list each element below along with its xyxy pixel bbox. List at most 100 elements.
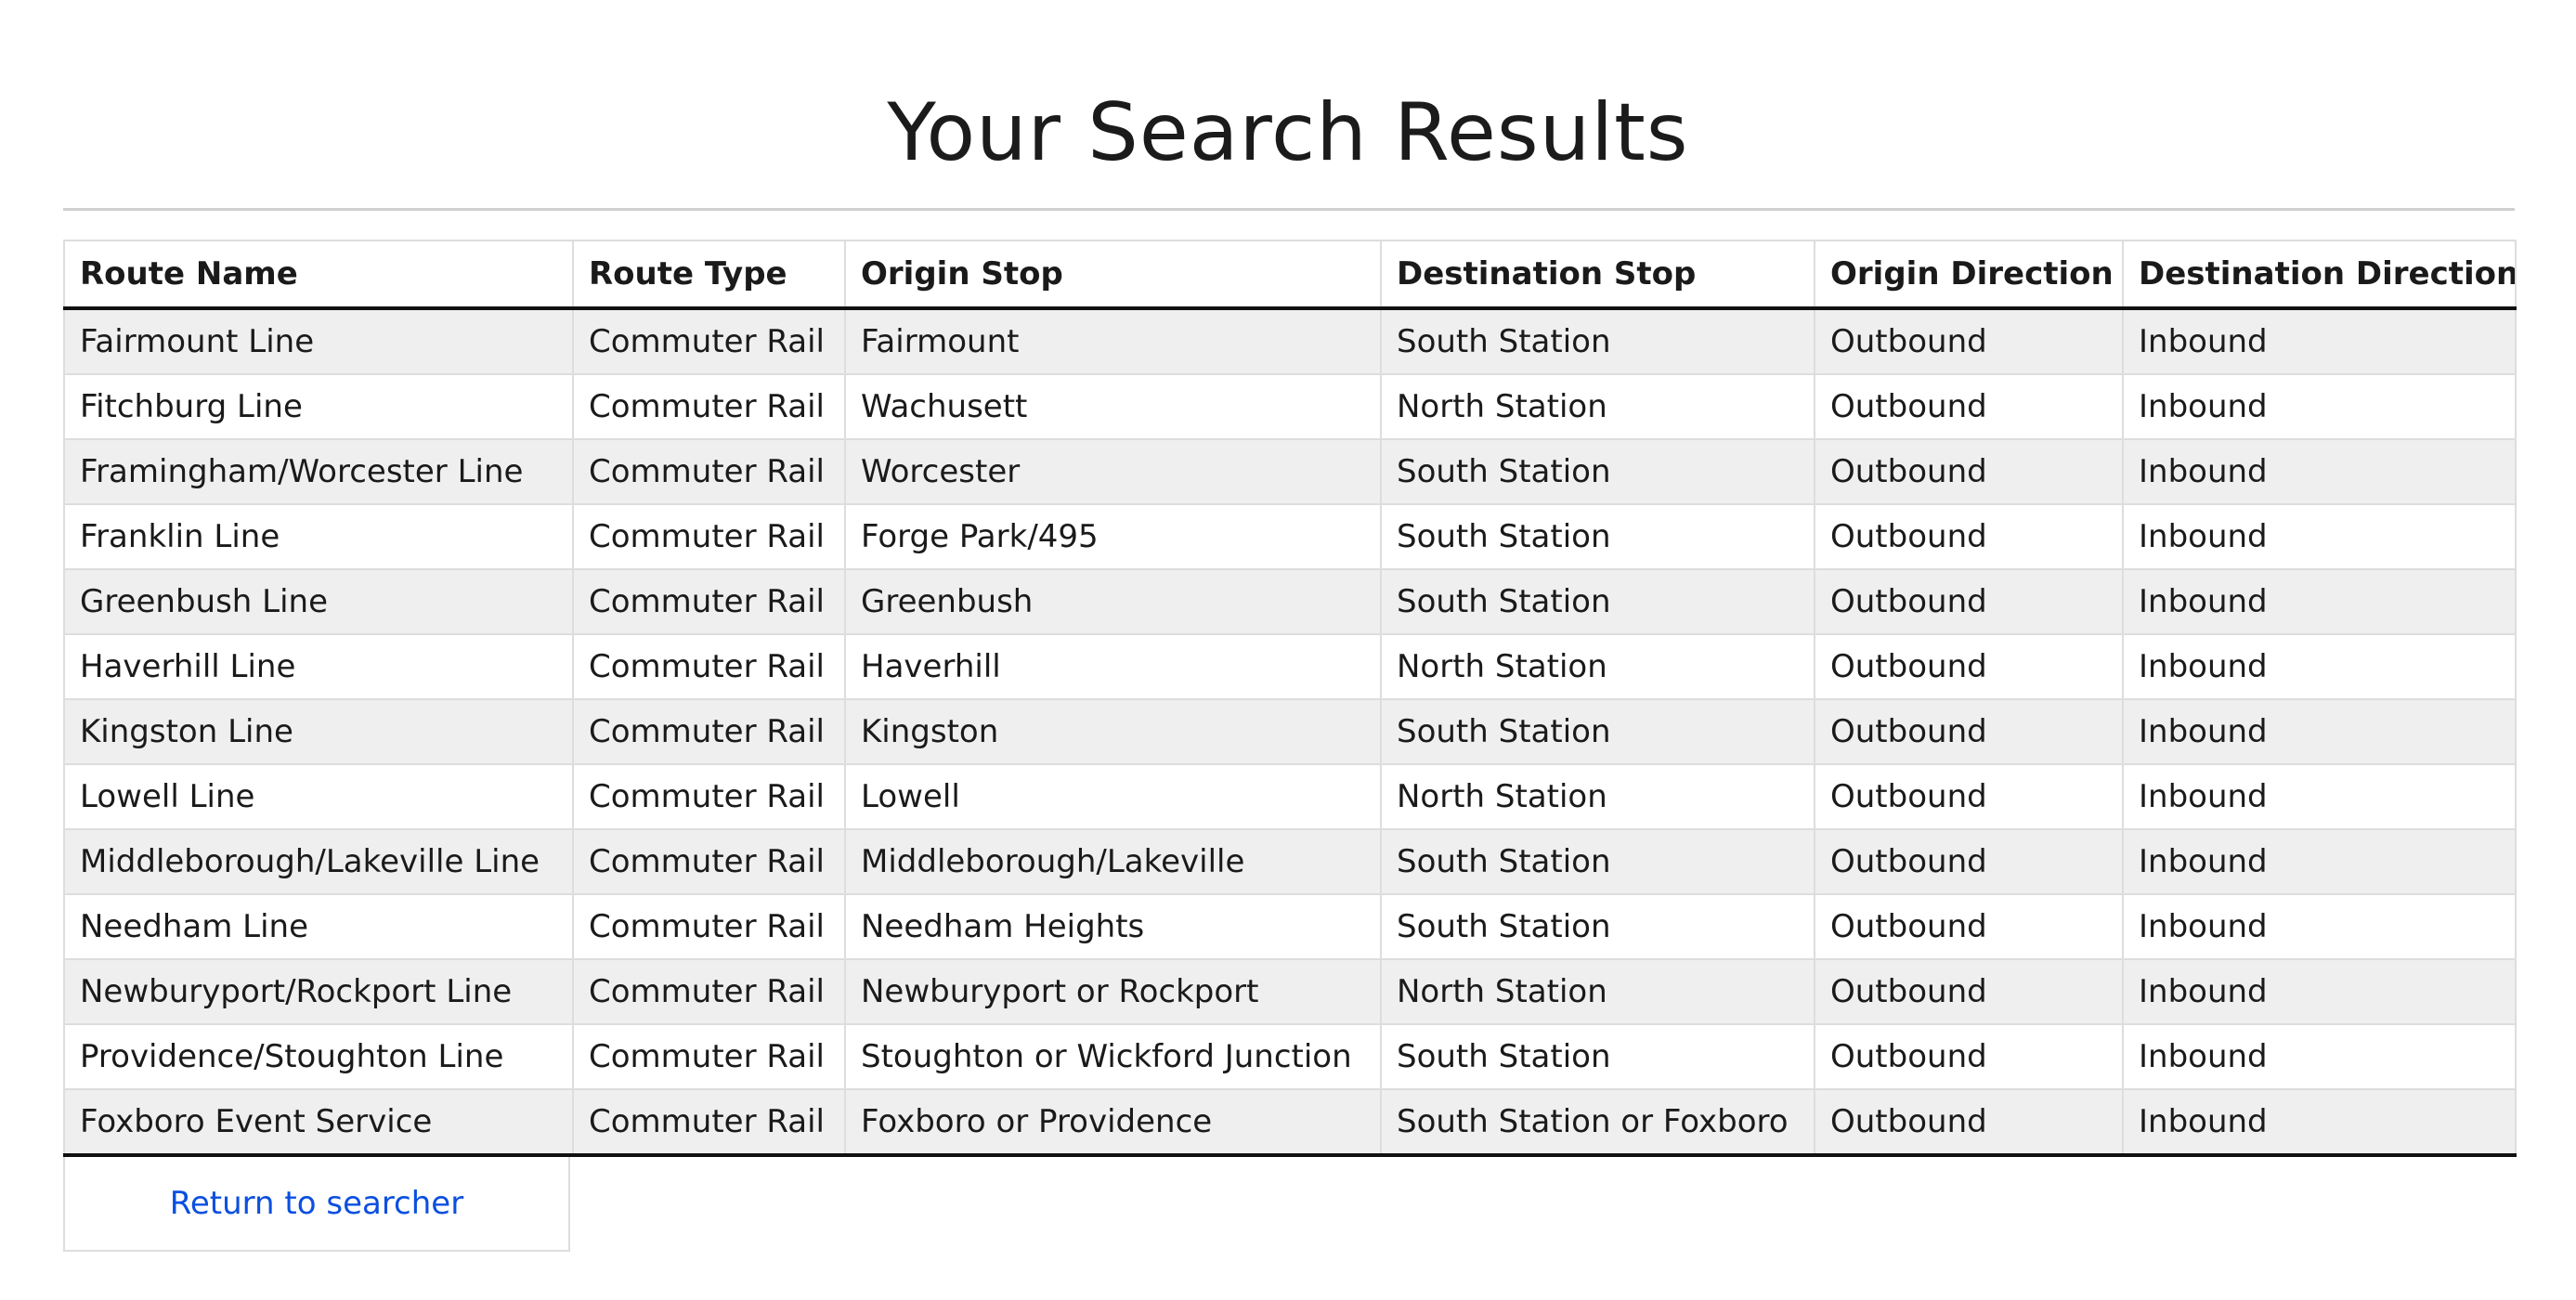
table-row: Kingston Line Commuter Rail Kingston South … — [63, 698, 2517, 765]
table-row: Fairmount Line Commuter Rail Fairmount Sout… — [63, 307, 2517, 375]
column-header-origin-direction: Origin Direction — [1814, 240, 2124, 310]
cell-route-name: Newburyport/Rockport Line — [63, 958, 574, 1025]
cell-origin-stop: Middleborough/Lakeville — [844, 828, 1382, 895]
table-row: Middleborough/Lakeville Line Commuter Rai… — [63, 828, 2517, 895]
cell-origin-direction: Outbound — [1814, 568, 2124, 635]
cell-destination-direction: Inbound — [2122, 438, 2517, 505]
cell-destination-stop: South Station — [1380, 698, 1815, 765]
cell-route-type: Commuter Rail — [572, 698, 846, 765]
cell-route-name: Haverhill Line — [63, 633, 574, 700]
results-table-header: Route Name Route Type Origin Stop Destin… — [63, 240, 2517, 310]
cell-destination-stop: North Station — [1380, 633, 1815, 700]
cell-origin-direction: Outbound — [1814, 958, 2124, 1025]
return-to-searcher-link[interactable]: Return to searcher — [170, 1185, 463, 1222]
table-row: Franklin Line Commuter Rail Forge Park/495… — [63, 503, 2517, 570]
title-divider — [63, 208, 2515, 211]
results-table: Route Name Route Type Origin Stop Destin… — [63, 240, 2517, 1157]
cell-origin-direction: Outbound — [1814, 893, 2124, 960]
table-row: Needham Line Commuter Rail Needham Heights… — [63, 893, 2517, 960]
column-header-destination-stop: Destination Stop — [1380, 240, 1815, 310]
cell-origin-stop: Greenbush — [844, 568, 1382, 635]
cell-origin-stop: Newburyport or Rockport — [844, 958, 1382, 1025]
cell-destination-direction: Inbound — [2122, 1023, 2517, 1090]
cell-origin-direction: Outbound — [1814, 503, 2124, 570]
cell-destination-stop: North Station — [1380, 958, 1815, 1025]
table-row: Providence/Stoughton Line Commuter Rail St… — [63, 1023, 2517, 1090]
cell-origin-direction: Outbound — [1814, 307, 2124, 375]
cell-route-name: Franklin Line — [63, 503, 574, 570]
cell-origin-stop: Haverhill — [844, 633, 1382, 700]
cell-route-name: Middleborough/Lakeville Line — [63, 828, 574, 895]
column-header-route-type: Route Type — [572, 240, 846, 310]
cell-destination-stop: South Station — [1380, 438, 1815, 505]
search-results-page: Your Search Results Route Name Route Typ… — [0, 0, 2576, 1300]
return-link-cell: Return to searcher — [63, 1157, 570, 1252]
cell-origin-stop: Kingston — [844, 698, 1382, 765]
cell-destination-stop: South Station — [1380, 828, 1815, 895]
table-row: Fitchburg Line Commuter Rail Wachusett Nort… — [63, 373, 2517, 440]
cell-destination-direction: Inbound — [2122, 503, 2517, 570]
cell-origin-direction: Outbound — [1814, 1023, 2124, 1090]
cell-route-type: Commuter Rail — [572, 958, 846, 1025]
cell-route-name: Foxboro Event Service — [63, 1088, 574, 1157]
cell-route-name: Fitchburg Line — [63, 373, 574, 440]
cell-destination-stop: South Station or Foxboro — [1380, 1088, 1815, 1157]
cell-destination-direction: Inbound — [2122, 568, 2517, 635]
cell-destination-stop: South Station — [1380, 503, 1815, 570]
cell-origin-stop: Lowell — [844, 763, 1382, 830]
cell-route-name: Fairmount Line — [63, 307, 574, 375]
table-row: Haverhill Line Commuter Rail Haverhill Nort… — [63, 633, 2517, 700]
cell-origin-stop: Fairmount — [844, 307, 1382, 375]
cell-route-type: Commuter Rail — [572, 763, 846, 830]
cell-route-type: Commuter Rail — [572, 307, 846, 375]
cell-origin-direction: Outbound — [1814, 633, 2124, 700]
table-row: Greenbush Line Commuter Rail Greenbush Sout… — [63, 568, 2517, 635]
cell-destination-stop: South Station — [1380, 893, 1815, 960]
cell-route-type: Commuter Rail — [572, 438, 846, 505]
cell-destination-direction: Inbound — [2122, 307, 2517, 375]
cell-route-type: Commuter Rail — [572, 503, 846, 570]
cell-destination-direction: Inbound — [2122, 958, 2517, 1025]
cell-route-type: Commuter Rail — [572, 373, 846, 440]
cell-destination-stop: South Station — [1380, 307, 1815, 375]
cell-origin-stop: Stoughton or Wickford Junction — [844, 1023, 1382, 1090]
cell-destination-direction: Inbound — [2122, 1088, 2517, 1157]
table-row: Lowell Line Commuter Rail Lowell North Stat… — [63, 763, 2517, 830]
cell-route-name: Providence/Stoughton Line — [63, 1023, 574, 1090]
cell-destination-direction: Inbound — [2122, 633, 2517, 700]
page-title: Your Search Results — [887, 86, 1689, 179]
column-header-destination-direction: Destination Direction — [2122, 240, 2517, 310]
cell-origin-stop: Wachusett — [844, 373, 1382, 440]
cell-destination-direction: Inbound — [2122, 763, 2517, 830]
cell-origin-stop: Needham Heights — [844, 893, 1382, 960]
cell-route-type: Commuter Rail — [572, 828, 846, 895]
table-row: Framingham/Worcester Line Commuter Rail Wo… — [63, 438, 2517, 505]
cell-destination-stop: North Station — [1380, 373, 1815, 440]
cell-origin-stop: Forge Park/495 — [844, 503, 1382, 570]
cell-route-type: Commuter Rail — [572, 1088, 846, 1157]
cell-route-name: Needham Line — [63, 893, 574, 960]
cell-destination-stop: South Station — [1380, 1023, 1815, 1090]
cell-origin-stop: Worcester — [844, 438, 1382, 505]
cell-route-type: Commuter Rail — [572, 1023, 846, 1090]
cell-origin-direction: Outbound — [1814, 438, 2124, 505]
cell-destination-direction: Inbound — [2122, 698, 2517, 765]
cell-origin-direction: Outbound — [1814, 373, 2124, 440]
cell-route-name: Greenbush Line — [63, 568, 574, 635]
cell-origin-direction: Outbound — [1814, 698, 2124, 765]
cell-origin-direction: Outbound — [1814, 828, 2124, 895]
cell-route-name: Lowell Line — [63, 763, 574, 830]
cell-origin-direction: Outbound — [1814, 1088, 2124, 1157]
column-header-origin-stop: Origin Stop — [844, 240, 1382, 310]
cell-destination-stop: North Station — [1380, 763, 1815, 830]
cell-route-name: Framingham/Worcester Line — [63, 438, 574, 505]
column-header-route-name: Route Name — [63, 240, 574, 310]
header-row: Route Name Route Type Origin Stop Destin… — [63, 240, 2517, 310]
cell-origin-stop: Foxboro or Providence — [844, 1088, 1382, 1157]
cell-destination-direction: Inbound — [2122, 373, 2517, 440]
cell-destination-stop: South Station — [1380, 568, 1815, 635]
cell-destination-direction: Inbound — [2122, 828, 2517, 895]
cell-route-type: Commuter Rail — [572, 568, 846, 635]
cell-route-type: Commuter Rail — [572, 633, 846, 700]
cell-route-name: Kingston Line — [63, 698, 574, 765]
